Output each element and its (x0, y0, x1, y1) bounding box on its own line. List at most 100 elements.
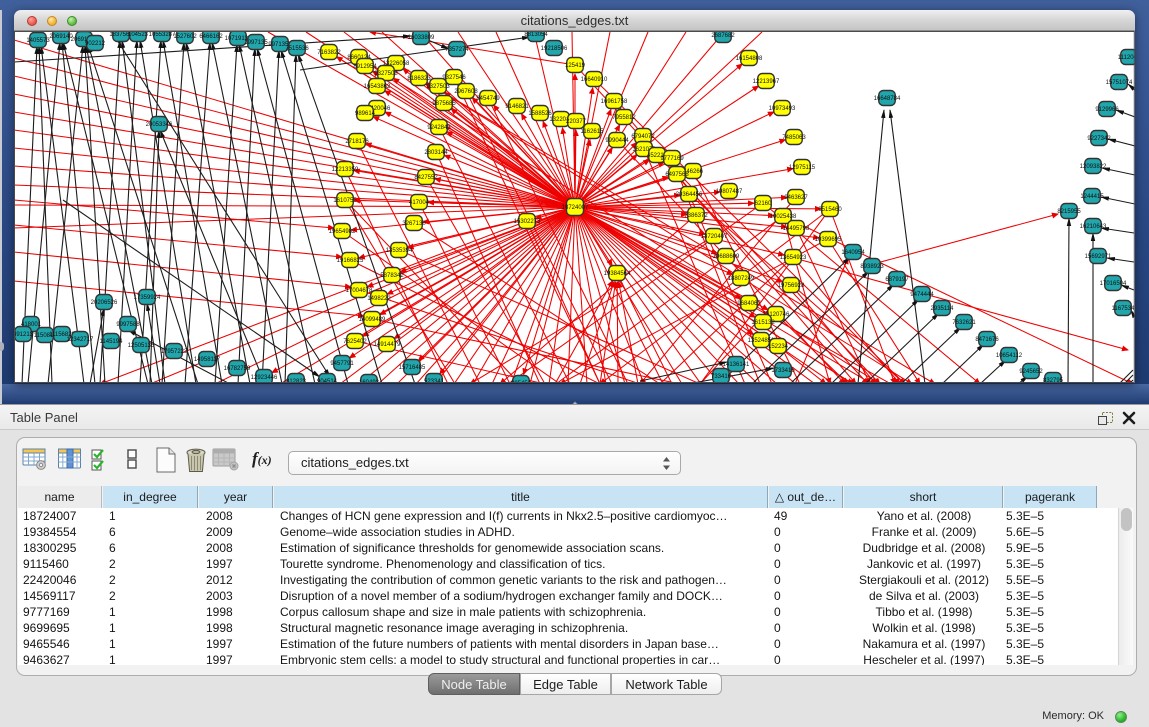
svg-text:6794072: 6794072 (631, 134, 655, 140)
svg-text:8215955: 8215955 (1057, 209, 1081, 215)
svg-text:1405573: 1405573 (26, 38, 50, 44)
svg-text:9515460: 9515460 (818, 207, 842, 213)
svg-text:1527602: 1527602 (173, 34, 197, 40)
svg-text:20206526: 20206526 (91, 300, 118, 306)
svg-text:14914479: 14914479 (374, 342, 401, 348)
svg-text:1162615: 1162615 (581, 129, 605, 135)
svg-text:6879197: 6879197 (885, 277, 909, 283)
svg-text:10688609: 10688609 (713, 254, 740, 260)
svg-text:16033809: 16033809 (408, 35, 435, 41)
svg-text:19384564: 19384564 (604, 271, 631, 277)
svg-text:9990444: 9990444 (605, 138, 629, 144)
svg-text:7515536: 7515536 (285, 46, 309, 52)
svg-text:125419: 125419 (565, 63, 586, 69)
svg-text:16648784: 16648784 (874, 96, 901, 102)
svg-text:2718176: 2718176 (345, 139, 369, 145)
svg-text:13720407: 13720407 (701, 234, 728, 240)
svg-text:7386372: 7386372 (684, 213, 708, 219)
svg-text:9227342: 9227342 (1087, 136, 1111, 142)
svg-text:2803144: 2803144 (424, 150, 448, 156)
svg-text:16154808: 16154808 (736, 56, 763, 62)
svg-text:15692971: 15692971 (1085, 254, 1112, 260)
svg-text:13654923: 13654923 (780, 255, 807, 261)
svg-text:1167534: 1167534 (1112, 306, 1135, 312)
svg-text:733416: 733416 (711, 374, 732, 380)
svg-text:14136141: 14136141 (723, 362, 750, 368)
svg-text:9463627: 9463627 (784, 195, 808, 201)
svg-text:2935114: 2935114 (931, 306, 955, 312)
svg-text:5878342: 5878342 (380, 273, 404, 279)
svg-text:9474444: 9474444 (910, 292, 934, 298)
svg-text:6466162: 6466162 (199, 34, 223, 40)
svg-text:19756928: 19756928 (778, 283, 805, 289)
svg-text:9245652: 9245652 (1019, 369, 1043, 375)
svg-text:104523: 104523 (128, 32, 149, 38)
svg-text:7625402: 7625402 (343, 339, 367, 345)
svg-text:16543862: 16543862 (364, 84, 391, 90)
svg-text:1615132: 1615132 (751, 320, 775, 326)
svg-text:8938923: 8938923 (860, 264, 884, 270)
svg-text:13535394: 13535394 (386, 248, 413, 254)
svg-text:14958117: 14958117 (194, 357, 221, 363)
svg-text:1733416: 1733416 (771, 368, 795, 374)
svg-text:20053346: 20053346 (146, 122, 173, 128)
svg-text:19166825: 19166825 (337, 258, 364, 264)
svg-text:62160: 62160 (755, 201, 772, 207)
svg-text:9684067: 9684067 (737, 301, 761, 307)
svg-text:18807249: 18807249 (728, 276, 755, 282)
svg-text:7163822: 7163822 (317, 50, 341, 56)
svg-text:1610755: 1610755 (333, 198, 357, 204)
svg-text:7955812: 7955812 (612, 115, 636, 121)
svg-text:12505135: 12505135 (128, 343, 155, 349)
svg-text:7485063: 7485063 (782, 135, 806, 141)
svg-text:220377: 220377 (566, 119, 587, 125)
svg-text:15751074: 15751074 (1106, 80, 1133, 86)
svg-text:10807487: 10807487 (716, 189, 743, 195)
svg-text:16782759: 16782759 (224, 366, 251, 372)
svg-text:3267130: 3267130 (402, 221, 426, 227)
svg-text:8186323: 8186323 (407, 76, 431, 82)
svg-text:9129966: 9129966 (1095, 107, 1119, 113)
svg-text:152234: 152234 (768, 344, 789, 350)
svg-text:9777169: 9777169 (660, 156, 684, 162)
svg-text:20364456: 20364456 (676, 192, 703, 198)
svg-text:7632621: 7632621 (952, 320, 976, 326)
svg-text:12923446: 12923446 (251, 375, 278, 381)
svg-text:15716485: 15716485 (399, 365, 426, 371)
svg-text:19654982: 19654982 (329, 229, 356, 235)
svg-text:391213: 391213 (14, 332, 34, 338)
svg-text:1112045: 1112045 (1118, 55, 1135, 61)
svg-text:1498222: 1498222 (367, 296, 391, 302)
svg-text:2967608: 2967608 (454, 89, 478, 95)
svg-text:7357274: 7357274 (445, 47, 469, 53)
svg-text:17016504: 17016504 (1100, 281, 1127, 287)
svg-text:12213359: 12213359 (332, 167, 359, 173)
svg-text:12342717: 12342717 (67, 337, 94, 343)
svg-text:12975115: 12975115 (789, 165, 816, 171)
svg-text:9875685: 9875685 (432, 101, 456, 107)
svg-text:417004: 417004 (409, 200, 430, 206)
svg-text:9146821: 9146821 (505, 104, 529, 110)
svg-text:10973493: 10973493 (769, 106, 796, 112)
svg-text:9997588: 9997588 (116, 322, 140, 328)
svg-text:10654112: 10654112 (996, 353, 1023, 359)
svg-text:17359924: 17359924 (134, 295, 161, 301)
svg-text:14099489: 14099489 (359, 317, 386, 323)
svg-text:2687682: 2687682 (711, 33, 735, 39)
svg-text:6497568: 6497568 (665, 172, 689, 178)
svg-text:9457791: 9457791 (330, 361, 354, 367)
svg-text:902212: 902212 (85, 41, 106, 47)
svg-text:9327508: 9327508 (374, 71, 398, 77)
svg-text:12093822: 12093822 (1080, 164, 1107, 170)
svg-text:1640954: 1640954 (841, 250, 865, 256)
svg-text:10553287: 10553287 (149, 32, 176, 38)
svg-text:8427552: 8427552 (414, 175, 438, 181)
svg-text:16961758: 16961758 (601, 99, 628, 105)
svg-text:10025438: 10025438 (770, 214, 797, 220)
svg-text:17004678: 17004678 (346, 288, 373, 294)
svg-text:989614: 989614 (355, 111, 376, 117)
svg-text:12213967: 12213967 (753, 79, 780, 85)
svg-text:16640910: 16640910 (581, 77, 608, 83)
svg-text:17957223: 17957223 (161, 349, 188, 355)
svg-text:1997135: 1997135 (244, 40, 268, 46)
